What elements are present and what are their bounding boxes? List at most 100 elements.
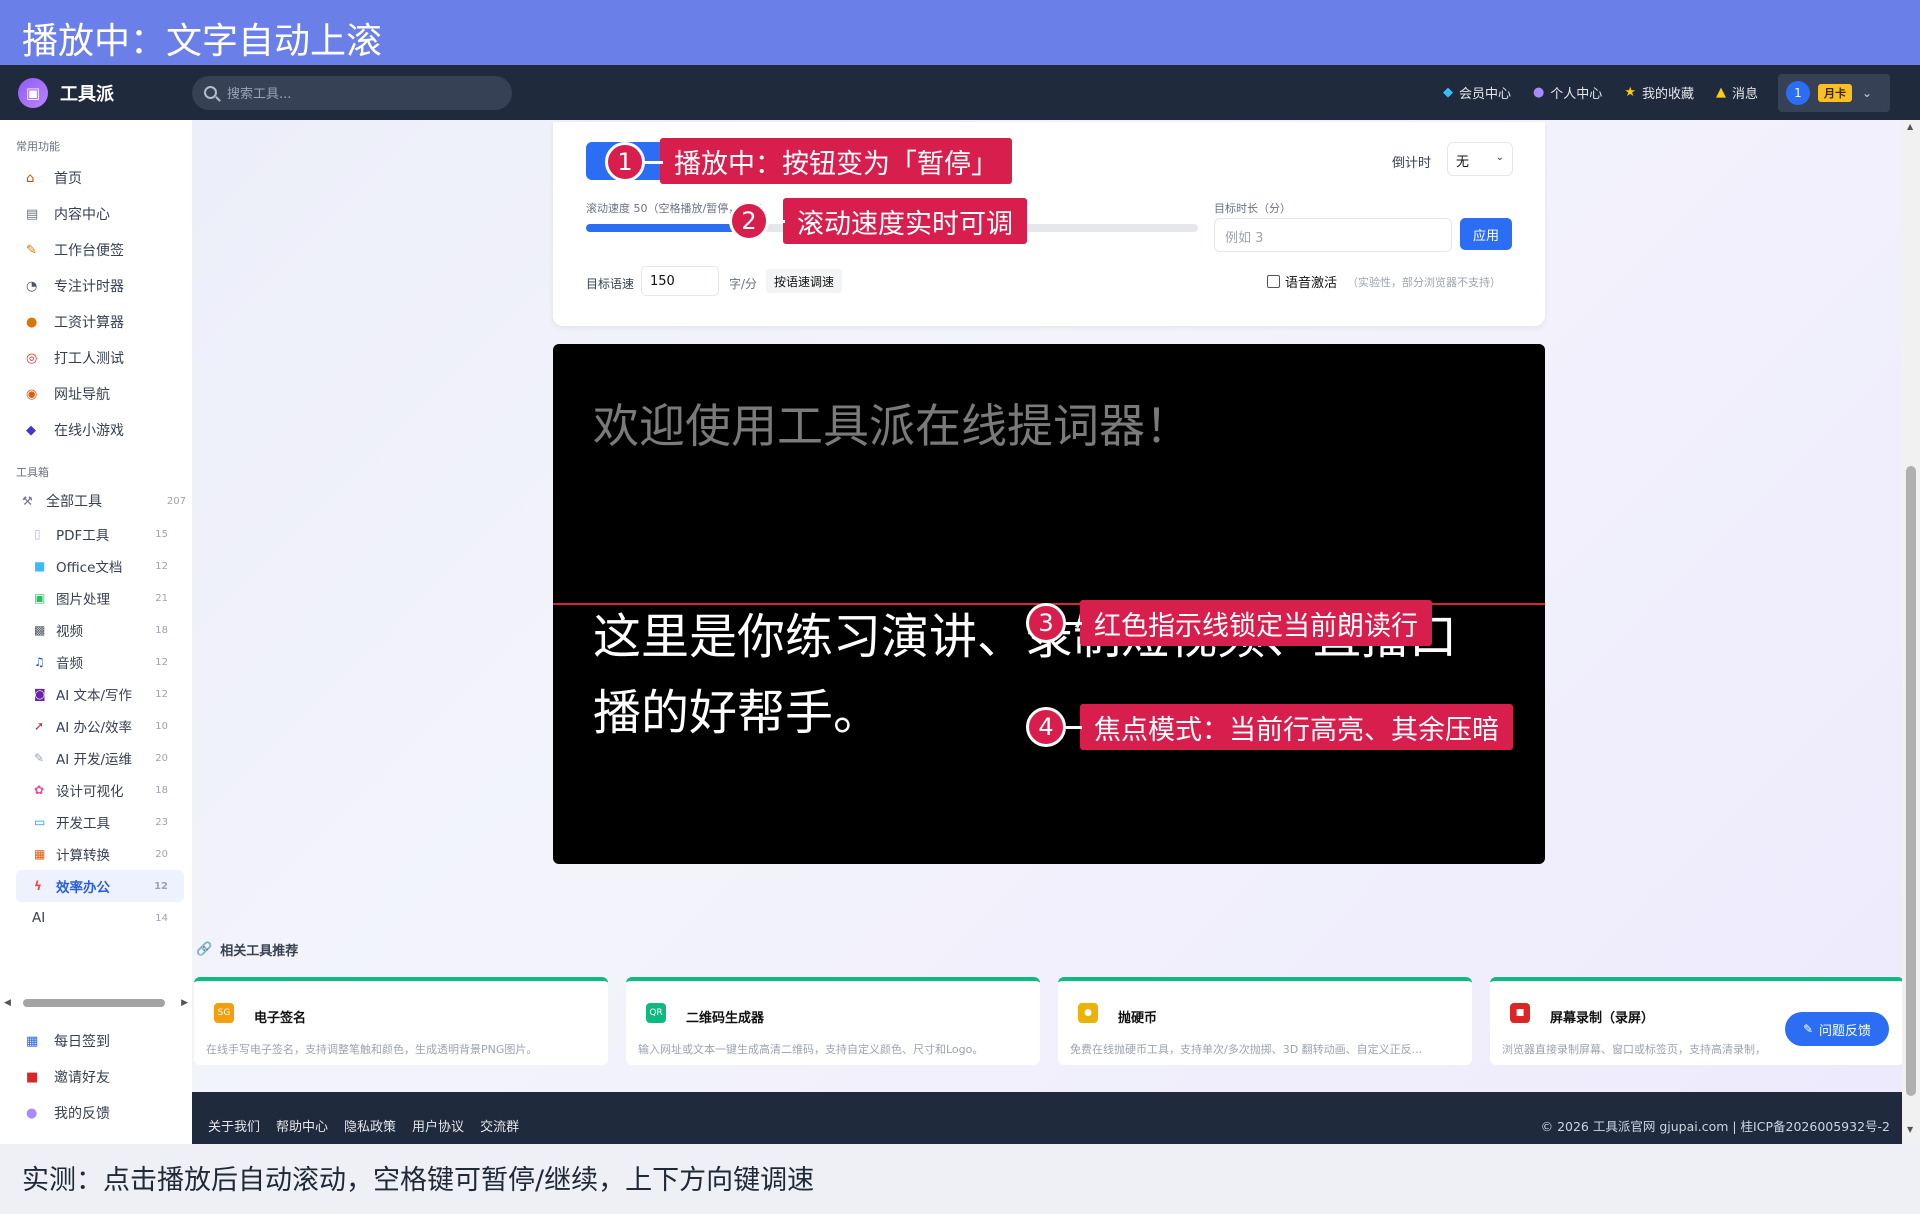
sidebar-item-label: 音频 bbox=[56, 656, 83, 672]
scroll-left-icon: ◀ bbox=[4, 998, 11, 1008]
feedback-label: 问题反馈 bbox=[1819, 1023, 1872, 1039]
page-vertical-scrollbar[interactable]: ▲ ▼ bbox=[1902, 120, 1920, 1144]
tool-icon: ■ bbox=[1510, 1003, 1530, 1023]
countdown-select[interactable]: 无 ⌄ bbox=[1447, 142, 1513, 176]
sidebar-item-memo[interactable]: ✎ 工作台便签 bbox=[0, 232, 192, 268]
sidebar-item-label: AI 办公/效率 bbox=[56, 720, 133, 736]
sidebar-tool-category[interactable]: ✿ 设计可视化 18 bbox=[0, 774, 192, 806]
voice-label: 语音激活 bbox=[1285, 276, 1338, 291]
tool-description: 免费在线抛硬币工具，支持单次/多次抛掷、3D 翻转动画、自定义正反... bbox=[1070, 1043, 1423, 1056]
wpm-adjust-button[interactable]: 按语速调速 bbox=[766, 269, 843, 293]
sidebar-item-stopwatch[interactable]: ◔ 专注计时器 bbox=[0, 268, 192, 304]
sidebar-item-money-bag[interactable]: ● 工资计算器 bbox=[0, 304, 192, 340]
sidebar-item-target[interactable]: ◎ 打工人测试 bbox=[0, 340, 192, 376]
music-icon: ♫ bbox=[34, 655, 45, 669]
wpm-input[interactable]: 150 bbox=[641, 266, 719, 296]
sidebar-item-label: PDF工具 bbox=[56, 528, 110, 544]
sidebar-item-home[interactable]: ⌂ 首页 bbox=[0, 160, 192, 196]
sidebar-tool-category[interactable]: ➚ AI 办公/效率 10 bbox=[0, 710, 192, 742]
sidebar-horizontal-scrollbar[interactable]: ◀ ▶ bbox=[4, 996, 188, 1010]
sidebar-item-news[interactable]: ▤ 内容中心 bbox=[0, 196, 192, 232]
voice-note: （实验性，部分浏览器不支持） bbox=[1347, 275, 1502, 289]
rocket-icon: ➚ bbox=[34, 719, 45, 733]
sidebar-tool-category[interactable]: ϟ 效率办公 12 bbox=[16, 870, 184, 902]
voice-checkbox[interactable] bbox=[1267, 275, 1280, 288]
search-input[interactable]: 搜索工具... bbox=[192, 75, 512, 110]
sidebar-tool-category[interactable]: ✎ AI 开发/运维 20 bbox=[0, 742, 192, 774]
logo[interactable]: ▣ 工具派 bbox=[18, 77, 190, 108]
section-title-common: 常用功能 bbox=[16, 140, 60, 153]
person-icon: ● bbox=[1532, 85, 1545, 100]
nav-vip-center[interactable]: ◆ 会员中心 bbox=[1443, 83, 1511, 102]
palette-icon: ✿ bbox=[34, 783, 45, 797]
bottom-caption: 实测：点击播放后自动滚动，空格键可暂停/继续，上下方向键调速 bbox=[0, 1144, 1920, 1214]
feedback-button[interactable]: ✎ 问题反馈 bbox=[1785, 1012, 1889, 1046]
sidebar-item-gift[interactable]: ■ 邀请好友 bbox=[0, 1059, 192, 1095]
sidebar-item-label: 视频 bbox=[56, 624, 83, 640]
footer-link[interactable]: 隐私政策 bbox=[344, 1116, 396, 1135]
memo-icon: ✎ bbox=[26, 242, 37, 258]
annotation-label: 播放中：按钮变为「暂停」 bbox=[660, 138, 1012, 184]
sidebar-item-label: 打工人测试 bbox=[54, 351, 124, 367]
sidebar-item-all-tools[interactable]: ⚒ 全部工具 207 bbox=[0, 484, 192, 518]
nav-favorites[interactable]: ★ 我的收藏 bbox=[1624, 83, 1694, 102]
sidebar-tool-category[interactable]: ▯ PDF工具 15 bbox=[0, 518, 192, 550]
sidebar-tool-category[interactable]: ◙ AI 文本/写作 12 bbox=[0, 678, 192, 710]
item-count: 23 bbox=[155, 816, 168, 828]
annotation-label: 焦点模式：当前行高亮、其余压暗 bbox=[1080, 704, 1513, 750]
sidebar-item-label: 专注计时器 bbox=[54, 279, 124, 295]
related-tool-card[interactable]: QR 二维码生成器 输入网址或文本一键生成高清二维码，支持自定义颜色、尺寸和Logo… bbox=[626, 977, 1040, 1065]
sidebar-tool-category[interactable]: ♫ 音频 12 bbox=[0, 646, 192, 678]
scrollbar-thumb[interactable] bbox=[22, 999, 166, 1007]
annotation-connector bbox=[645, 161, 663, 164]
item-count: 207 bbox=[166, 495, 186, 507]
sidebar-item-calendar[interactable]: ▦ 每日签到 bbox=[0, 1023, 192, 1059]
nav-messages[interactable]: ▲ 消息 bbox=[1716, 83, 1758, 102]
copyright: © 2026 工具派官网 gjupai.com | 桂ICP备202600593… bbox=[1540, 1119, 1890, 1134]
sidebar-tool-category[interactable]: ▦ 计算转换 20 bbox=[0, 838, 192, 870]
footer-link[interactable]: 交流群 bbox=[480, 1116, 519, 1135]
sidebar-tool-category[interactable]: ▭ 开发工具 23 bbox=[0, 806, 192, 838]
sidebar-tool-category[interactable]: AI 14 bbox=[0, 902, 192, 934]
sidebar-tool-category[interactable]: ■ Office文档 12 bbox=[0, 550, 192, 582]
countdown-value: 无 bbox=[1456, 155, 1470, 170]
clapper-icon: ▩ bbox=[34, 623, 46, 637]
tool-title: 抛硬币 bbox=[1118, 1011, 1158, 1026]
sidebar-item-gamepad[interactable]: ◆ 在线小游戏 bbox=[0, 412, 192, 448]
duration-input[interactable]: 例如 3 bbox=[1214, 218, 1452, 252]
annotation-label: 滚动速度实时可调 bbox=[783, 198, 1027, 244]
nav-label: 个人中心 bbox=[1550, 87, 1603, 102]
sidebar-tool-category[interactable]: ▣ 图片处理 21 bbox=[0, 582, 192, 614]
calculator-icon: ▦ bbox=[34, 847, 46, 861]
footer-link[interactable]: 关于我们 bbox=[208, 1116, 260, 1135]
sidebar-item-compass[interactable]: ◉ 网址导航 bbox=[0, 376, 192, 412]
sidebar-item-label: 计算转换 bbox=[56, 848, 110, 864]
sidebar-item-label: 工作台便签 bbox=[54, 243, 124, 259]
user-menu[interactable]: 1 月卡 ⌄ bbox=[1778, 73, 1890, 112]
sidebar-item-label: 效率办公 bbox=[56, 880, 110, 896]
annotation-number: 3 bbox=[1026, 603, 1066, 643]
scrollbar-thumb[interactable] bbox=[1906, 466, 1916, 1096]
related-tool-card[interactable]: ● 抛硬币 免费在线抛硬币工具，支持单次/多次抛掷、3D 翻转动画、自定义正反... bbox=[1058, 977, 1472, 1065]
search-placeholder: 搜索工具... bbox=[227, 87, 292, 102]
gift-icon: ■ bbox=[26, 1069, 39, 1085]
tool-description: 在线手写电子签名，支持调整笔触和颜色，生成透明背景PNG图片。 bbox=[206, 1043, 538, 1056]
footer-link[interactable]: 帮助中心 bbox=[276, 1116, 328, 1135]
image-icon: ▣ bbox=[34, 591, 46, 605]
sidebar-item-label: 我的反馈 bbox=[54, 1106, 110, 1122]
voice-activation[interactable]: 语音激活 （实验性，部分浏览器不支持） bbox=[1267, 272, 1501, 291]
top-header: ▣ 工具派 搜索工具... ◆ 会员中心 ● 个人中心 ★ 我的收藏 ▲ 消息 … bbox=[0, 65, 1920, 120]
related-tool-card[interactable]: SG 电子签名 在线手写电子签名，支持调整笔触和颜色，生成透明背景PNG图片。 bbox=[194, 977, 608, 1065]
sidebar-item-label: 图片处理 bbox=[56, 592, 110, 608]
sidebar-item-label: AI 开发/运维 bbox=[56, 752, 133, 768]
item-count: 21 bbox=[155, 592, 168, 604]
duration-label: 目标时长（分） bbox=[1214, 202, 1291, 215]
nav-personal-center[interactable]: ● 个人中心 bbox=[1533, 83, 1602, 102]
sidebar-item-speech[interactable]: ● 我的反馈 bbox=[0, 1095, 192, 1131]
footer-link[interactable]: 用户协议 bbox=[412, 1116, 464, 1135]
sidebar: 常用功能 ⌂ 首页 ▤ 内容中心 ✎ 工作台便签 ◔ 专注计时器 ● 工资计算器 ◎ 打工人测试 ◉ 网址… bbox=[0, 120, 192, 1144]
sidebar-tool-category[interactable]: ▩ 视频 18 bbox=[0, 614, 192, 646]
apply-button[interactable]: 应用 bbox=[1460, 218, 1512, 250]
sidebar-item-label: AI bbox=[32, 910, 46, 926]
search-icon bbox=[204, 86, 217, 99]
